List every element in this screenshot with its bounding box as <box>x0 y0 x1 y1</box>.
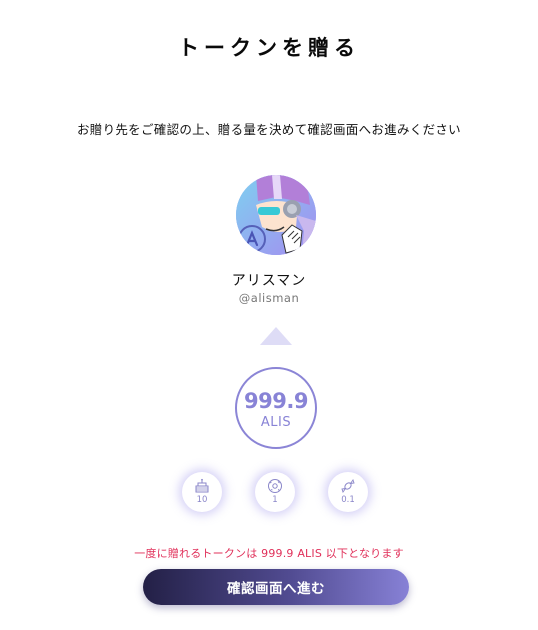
limit-warning-text: 一度に贈れるトークンは 999.9 ALIS 以下となります <box>134 547 404 560</box>
quick-amount-0.1-button[interactable]: 0.1 <box>328 472 368 512</box>
amount-value: 999.9 <box>244 389 308 413</box>
cake-icon <box>195 478 209 493</box>
amount-unit: ALIS <box>260 415 292 430</box>
recipient-name: アリスマン <box>231 273 307 289</box>
quick-amount-label: 1 <box>272 495 278 505</box>
page-title: トークンを贈る <box>178 36 360 60</box>
quick-amount-1-button[interactable]: 1 <box>255 472 295 512</box>
donut-icon <box>268 479 282 493</box>
avatar-image <box>236 175 316 255</box>
avatar <box>236 175 316 255</box>
triangle-up-icon <box>260 327 292 345</box>
token-amount-display: 999.9 ALIS <box>235 367 317 449</box>
quick-amount-label: 0.1 <box>341 495 355 505</box>
confirm-button[interactable]: 確認画面へ進む <box>143 569 409 605</box>
quick-amount-10-button[interactable]: 10 <box>182 472 222 512</box>
instruction-text: お贈り先をご確認の上、贈る量を決めて確認画面へお進みください <box>76 122 461 137</box>
candy-icon <box>341 479 355 493</box>
quick-amount-label: 10 <box>196 495 208 505</box>
recipient-handle: @alisman <box>238 291 300 305</box>
